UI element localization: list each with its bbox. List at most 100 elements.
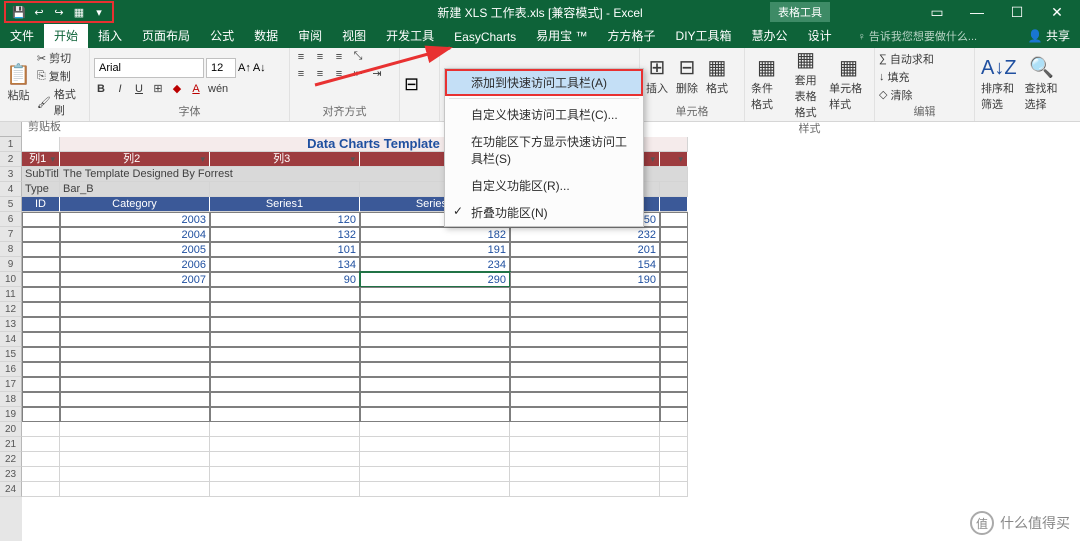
cell[interactable] xyxy=(510,407,660,422)
autosum-button[interactable]: ∑ 自动求和 xyxy=(879,51,934,67)
cell[interactable] xyxy=(60,437,210,452)
cell[interactable] xyxy=(210,362,360,377)
select-all-cell[interactable] xyxy=(0,122,22,137)
tab-data[interactable]: 数据 xyxy=(244,23,288,48)
col-header-1[interactable]: 列1▾ xyxy=(22,152,60,167)
cell[interactable] xyxy=(510,332,660,347)
cell[interactable] xyxy=(360,392,510,407)
context-menu-add-qat[interactable]: 添加到快速访问工具栏(A) xyxy=(445,69,643,96)
share-button[interactable]: 👤 共享 xyxy=(1018,23,1080,48)
undo-icon[interactable]: ↩ xyxy=(30,4,48,20)
cell[interactable]: Bar_B xyxy=(60,182,210,197)
cell[interactable]: 2004 xyxy=(60,227,210,242)
customize-qat-icon[interactable]: ▾ xyxy=(90,4,108,20)
cell[interactable] xyxy=(660,437,688,452)
cell[interactable] xyxy=(210,422,360,437)
cell[interactable]: 101 xyxy=(210,242,360,257)
col-header-3[interactable]: 列3▾ xyxy=(210,152,360,167)
row-header[interactable]: 12 xyxy=(0,302,22,317)
cell[interactable]: 2007 xyxy=(60,272,210,287)
cell[interactable] xyxy=(22,287,60,302)
cell[interactable]: 90 xyxy=(210,272,360,287)
cell-style-button[interactable]: ▦单元格样式 xyxy=(827,58,870,112)
cell[interactable]: 2005 xyxy=(60,242,210,257)
font-name-input[interactable] xyxy=(94,58,204,78)
cell[interactable] xyxy=(360,407,510,422)
row-header[interactable]: 21 xyxy=(0,437,22,452)
cell[interactable] xyxy=(22,407,60,422)
cell[interactable] xyxy=(210,407,360,422)
cell[interactable] xyxy=(660,467,688,482)
cell[interactable] xyxy=(360,422,510,437)
italic-button[interactable]: I xyxy=(113,83,127,95)
cell[interactable]: 120 xyxy=(210,212,360,227)
cell[interactable] xyxy=(660,362,688,377)
cell[interactable] xyxy=(510,467,660,482)
cell[interactable] xyxy=(360,482,510,497)
cell[interactable] xyxy=(22,377,60,392)
cell[interactable] xyxy=(22,137,60,152)
cell[interactable] xyxy=(660,257,688,272)
align-left-icon[interactable]: ≡ xyxy=(294,68,308,80)
context-menu-collapse-ribbon[interactable]: 折叠功能区(N) xyxy=(445,199,643,226)
cell[interactable] xyxy=(60,362,210,377)
cell[interactable] xyxy=(210,452,360,467)
indent-dec-icon[interactable]: ⇤ xyxy=(351,67,365,80)
cell[interactable] xyxy=(660,422,688,437)
tab-dev[interactable]: 开发工具 xyxy=(376,23,444,48)
cell[interactable]: 2006 xyxy=(60,257,210,272)
orientation-icon[interactable]: ⤡ xyxy=(351,50,365,63)
cell[interactable] xyxy=(210,347,360,362)
cell[interactable] xyxy=(510,422,660,437)
row-header[interactable]: 18 xyxy=(0,392,22,407)
cell[interactable]: SubTitle xyxy=(22,167,60,182)
cell[interactable] xyxy=(60,407,210,422)
cell[interactable] xyxy=(210,302,360,317)
cell[interactable] xyxy=(22,422,60,437)
cell[interactable]: Category xyxy=(60,197,210,212)
cell[interactable] xyxy=(60,287,210,302)
cell[interactable] xyxy=(660,347,688,362)
cell[interactable]: Type xyxy=(22,182,60,197)
cell[interactable] xyxy=(22,452,60,467)
cell[interactable] xyxy=(360,377,510,392)
col-header-2[interactable]: 列2▾ xyxy=(60,152,210,167)
border-button[interactable]: ⊞ xyxy=(151,82,165,95)
align-bottom-icon[interactable]: ≡ xyxy=(332,51,346,63)
underline-button[interactable]: U xyxy=(132,83,146,95)
format-painter-button[interactable]: 🖌 格式刷 xyxy=(37,86,85,118)
row-header[interactable]: 5 xyxy=(0,197,22,212)
fill-color-button[interactable]: ◆ xyxy=(170,82,184,95)
cell[interactable] xyxy=(60,302,210,317)
indent-inc-icon[interactable]: ⇥ xyxy=(370,67,384,80)
cell[interactable] xyxy=(660,242,688,257)
tab-review[interactable]: 审阅 xyxy=(288,23,332,48)
cell[interactable] xyxy=(660,377,688,392)
cell[interactable]: 234 xyxy=(360,257,510,272)
maximize-icon[interactable]: ☐ xyxy=(1002,4,1032,21)
row-header[interactable]: 14 xyxy=(0,332,22,347)
cell[interactable]: ▾ xyxy=(660,152,688,167)
cell[interactable] xyxy=(660,332,688,347)
grid-icon[interactable]: ▦ xyxy=(70,4,88,20)
tab-easycharts[interactable]: EasyCharts xyxy=(444,26,526,48)
cell[interactable] xyxy=(60,467,210,482)
cell[interactable] xyxy=(510,302,660,317)
cell[interactable] xyxy=(60,452,210,467)
context-menu-customize-qat[interactable]: 自定义快速访问工具栏(C)... xyxy=(445,101,643,128)
cell[interactable] xyxy=(22,347,60,362)
cell[interactable] xyxy=(360,317,510,332)
cell[interactable] xyxy=(22,467,60,482)
cell[interactable] xyxy=(22,302,60,317)
row-header[interactable]: 10 xyxy=(0,272,22,287)
cell[interactable]: 290 xyxy=(360,272,510,287)
cell[interactable] xyxy=(210,467,360,482)
row-header[interactable]: 9 xyxy=(0,257,22,272)
context-menu-show-below[interactable]: 在功能区下方显示快速访问工具栏(S) xyxy=(445,128,643,172)
align-top-icon[interactable]: ≡ xyxy=(294,51,308,63)
cond-format-button[interactable]: ▦条件格式 xyxy=(749,58,784,112)
save-icon[interactable]: 💾 xyxy=(10,4,28,20)
cell[interactable] xyxy=(660,287,688,302)
cell[interactable] xyxy=(22,332,60,347)
cell[interactable] xyxy=(360,287,510,302)
